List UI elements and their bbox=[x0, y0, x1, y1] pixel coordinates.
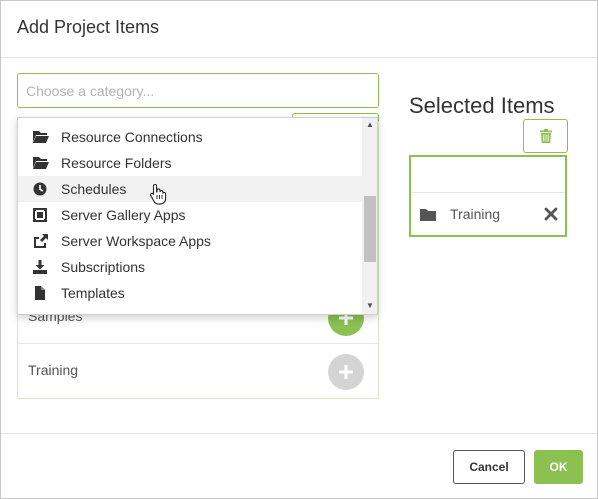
category-search-input[interactable] bbox=[17, 73, 379, 108]
category-dropdown[interactable]: Resource Connections Resource Folders Sc… bbox=[17, 117, 378, 315]
dropdown-item-label: Server Workspace Apps bbox=[61, 233, 211, 249]
dialog-header: Add Project Items bbox=[1, 1, 597, 58]
divider bbox=[411, 192, 565, 193]
dropdown-item-label: Resource Connections bbox=[61, 129, 203, 145]
dropdown-item-label: Schedules bbox=[61, 181, 127, 197]
dropdown-item-label: Subscriptions bbox=[61, 259, 146, 275]
dropdown-item[interactable]: Resource Connections bbox=[18, 124, 362, 150]
folder-open-icon bbox=[33, 157, 49, 169]
trash-icon bbox=[539, 129, 552, 143]
list-item[interactable]: Training bbox=[18, 343, 378, 397]
scroll-up-arrow-icon[interactable]: ▲ bbox=[366, 121, 374, 129]
dialog-title: Add Project Items bbox=[17, 17, 160, 37]
add-item-button-disabled[interactable] bbox=[328, 354, 364, 390]
dropdown-item-label: Resource Folders bbox=[61, 155, 172, 171]
file-icon bbox=[35, 286, 45, 300]
dropdown-item-label: Templates bbox=[61, 285, 125, 301]
dropdown-item[interactable]: Templates bbox=[18, 280, 362, 306]
dropdown-scrollbar[interactable]: ▲ ▼ bbox=[362, 118, 377, 314]
remove-icon[interactable] bbox=[544, 207, 558, 221]
delete-selected-button[interactable] bbox=[523, 119, 568, 153]
dropdown-item-label: Server Gallery Apps bbox=[61, 207, 186, 223]
folder-open-icon bbox=[33, 131, 49, 143]
scroll-down-arrow-icon[interactable]: ▼ bbox=[366, 302, 374, 310]
gallery-icon bbox=[33, 208, 47, 222]
add-project-items-dialog: Add Project Items Samples Training Resou… bbox=[0, 0, 598, 499]
list-item-label: Training bbox=[28, 362, 79, 378]
selected-item-label: Training bbox=[450, 206, 501, 222]
download-icon bbox=[33, 260, 47, 274]
selected-items-list: Training bbox=[409, 155, 567, 237]
dropdown-item[interactable]: Subscriptions bbox=[18, 254, 362, 280]
dropdown-item[interactable]: Resource Folders bbox=[18, 150, 362, 176]
dropdown-item[interactable]: Schedules bbox=[18, 176, 362, 202]
hand-pointer-cursor-icon bbox=[149, 183, 167, 205]
folder-icon bbox=[420, 209, 436, 221]
scrollbar-thumb[interactable] bbox=[364, 196, 376, 262]
share-icon bbox=[34, 234, 48, 248]
dropdown-item[interactable]: Server Workspace Apps bbox=[18, 228, 362, 254]
clock-icon bbox=[33, 182, 47, 196]
cancel-button[interactable]: Cancel bbox=[453, 450, 525, 484]
ok-button[interactable]: OK bbox=[534, 450, 583, 484]
dropdown-item[interactable]: Server Gallery Apps bbox=[18, 202, 362, 228]
selected-items-title: Selected Items bbox=[409, 93, 555, 118]
plus-icon bbox=[339, 365, 353, 379]
